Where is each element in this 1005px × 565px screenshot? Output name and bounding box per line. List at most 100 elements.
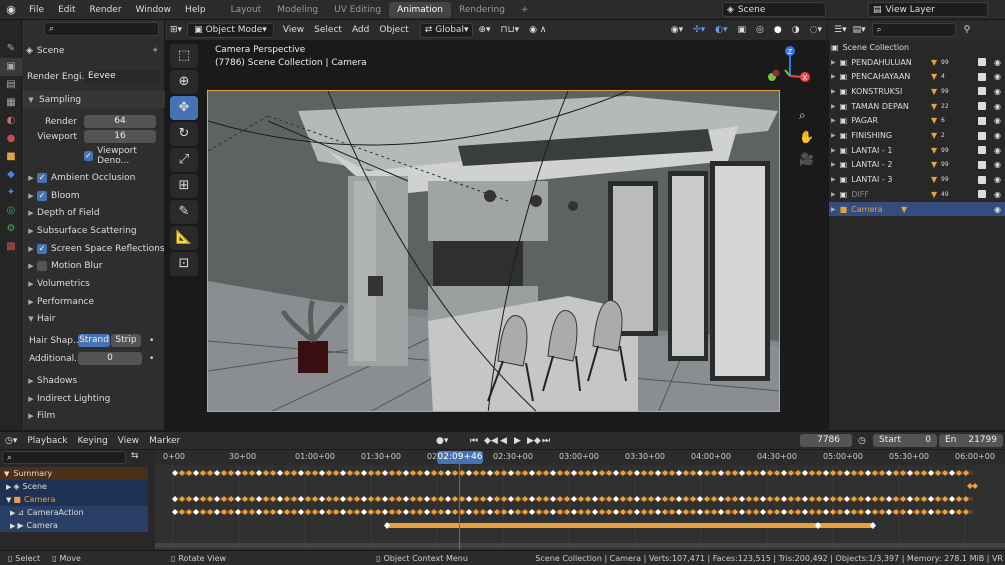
keyframe[interactable]	[417, 509, 423, 515]
visibility-eye-icon[interactable]: ◉	[994, 160, 1001, 169]
keyframe[interactable]	[599, 496, 605, 502]
keyframe[interactable]	[284, 470, 290, 476]
performance-header[interactable]: ▶ Performance	[22, 293, 165, 310]
keyframe[interactable]	[851, 496, 857, 502]
keyframe[interactable]	[942, 496, 948, 502]
keyframe[interactable]	[949, 509, 955, 515]
keyframe[interactable]	[753, 509, 759, 515]
menu-view[interactable]: View	[113, 436, 144, 446]
keyframe[interactable]	[641, 470, 647, 476]
keyframe[interactable]	[781, 509, 787, 515]
keyframe[interactable]	[473, 509, 479, 515]
keyframe[interactable]	[382, 509, 388, 515]
outliner-row[interactable]: ▶ ▣ FINISHING ▼ 2 ◉	[829, 128, 1005, 143]
keyframe[interactable]	[900, 470, 906, 476]
keyframe[interactable]	[627, 509, 633, 515]
keyframe[interactable]	[809, 509, 815, 515]
keyframe[interactable]	[249, 509, 255, 515]
keyframe[interactable]	[494, 470, 500, 476]
keyframe[interactable]	[809, 470, 815, 476]
keyframe[interactable]	[914, 509, 920, 515]
keyframe[interactable]	[851, 470, 857, 476]
keyframe[interactable]	[284, 496, 290, 502]
keyframe[interactable]	[445, 496, 451, 502]
keyframe[interactable]	[669, 470, 675, 476]
keyframe[interactable]	[466, 470, 472, 476]
keyframe[interactable]	[186, 470, 192, 476]
keyframe[interactable]	[354, 470, 360, 476]
keyframe[interactable]	[711, 509, 717, 515]
keyframe[interactable]	[473, 496, 479, 502]
keyframe[interactable]	[872, 509, 878, 515]
keyframe[interactable]	[795, 496, 801, 502]
clock-icon[interactable]: ◷▾	[5, 436, 17, 446]
mode-dropdown[interactable]: ▣ Object Mode ▾	[187, 22, 274, 38]
keyframe[interactable]	[774, 470, 780, 476]
menu-playback[interactable]: Playback	[22, 436, 72, 446]
keyframe[interactable]	[410, 496, 416, 502]
data-props-icon[interactable]: ▩	[0, 238, 22, 256]
keyframe[interactable]	[256, 509, 262, 515]
keyframe[interactable]	[746, 496, 752, 502]
keyframe[interactable]	[487, 496, 493, 502]
keyframe[interactable]	[956, 470, 962, 476]
checkbox-icon[interactable]	[37, 260, 47, 271]
keyframe[interactable]	[662, 496, 668, 502]
keyframe[interactable]	[347, 509, 353, 515]
keyframe[interactable]	[599, 470, 605, 476]
menu-select[interactable]: Select	[309, 25, 347, 35]
outliner-search[interactable]: ⌕	[871, 23, 956, 37]
render-props-icon[interactable]: ▣	[0, 58, 22, 76]
keyframe[interactable]	[823, 470, 829, 476]
keyframe[interactable]	[697, 470, 703, 476]
keyframe[interactable]	[333, 470, 339, 476]
keyframe[interactable]	[767, 496, 773, 502]
keyframe[interactable]	[802, 470, 808, 476]
keyframe[interactable]	[438, 496, 444, 502]
overlay-icon[interactable]: ◐▾	[710, 25, 732, 35]
keyframe[interactable]	[340, 496, 346, 502]
keyframe[interactable]	[907, 470, 913, 476]
keyframe[interactable]	[284, 509, 290, 515]
keyframe[interactable]	[648, 470, 654, 476]
keyframe[interactable]	[193, 470, 199, 476]
keyframe[interactable]	[368, 509, 374, 515]
keyframe[interactable]	[431, 496, 437, 502]
keyframe[interactable]	[417, 470, 423, 476]
outliner-row[interactable]: ▶ ▣ LANTAI - 2 ▼ 99 ◉	[829, 158, 1005, 173]
keyframe[interactable]	[501, 509, 507, 515]
keyframe[interactable]	[445, 509, 451, 515]
tab-rendering[interactable]: Rendering	[451, 2, 513, 18]
keyframe[interactable]	[494, 496, 500, 502]
keyframe[interactable]	[256, 470, 262, 476]
keyframe[interactable]	[326, 496, 332, 502]
channel-camera-action[interactable]: ▶ ⊿ CameraAction	[0, 506, 148, 519]
keyframe[interactable]	[879, 496, 885, 502]
keyframe[interactable]	[830, 470, 836, 476]
keyframe[interactable]	[662, 509, 668, 515]
keyframe[interactable]	[704, 496, 710, 502]
visibility-eye-icon[interactable]: ◉	[994, 72, 1001, 81]
keyframe[interactable]	[347, 496, 353, 502]
exclude-checkbox[interactable]	[978, 146, 986, 155]
keyframe[interactable]	[193, 509, 199, 515]
keyframe[interactable]	[291, 470, 297, 476]
keyframe[interactable]	[256, 496, 262, 502]
keyframe[interactable]	[249, 496, 255, 502]
exclude-checkbox[interactable]	[978, 160, 986, 169]
keyframe[interactable]	[508, 496, 514, 502]
keyframe[interactable]	[697, 509, 703, 515]
keyframe[interactable]	[732, 496, 738, 502]
exclude-checkbox[interactable]	[978, 131, 986, 140]
keyframe[interactable]	[207, 509, 213, 515]
keyframe[interactable]	[305, 496, 311, 502]
keyframe[interactable]	[844, 496, 850, 502]
keyframe[interactable]	[816, 496, 822, 502]
add-workspace-button[interactable]: +	[513, 2, 537, 18]
checkbox-icon[interactable]: ✓	[84, 150, 94, 161]
keyframe[interactable]	[585, 496, 591, 502]
bloom-header[interactable]: ▶ ✓ Bloom	[22, 187, 165, 204]
keyframe[interactable]	[655, 509, 661, 515]
keyframe[interactable]	[725, 496, 731, 502]
keyframe[interactable]	[683, 470, 689, 476]
